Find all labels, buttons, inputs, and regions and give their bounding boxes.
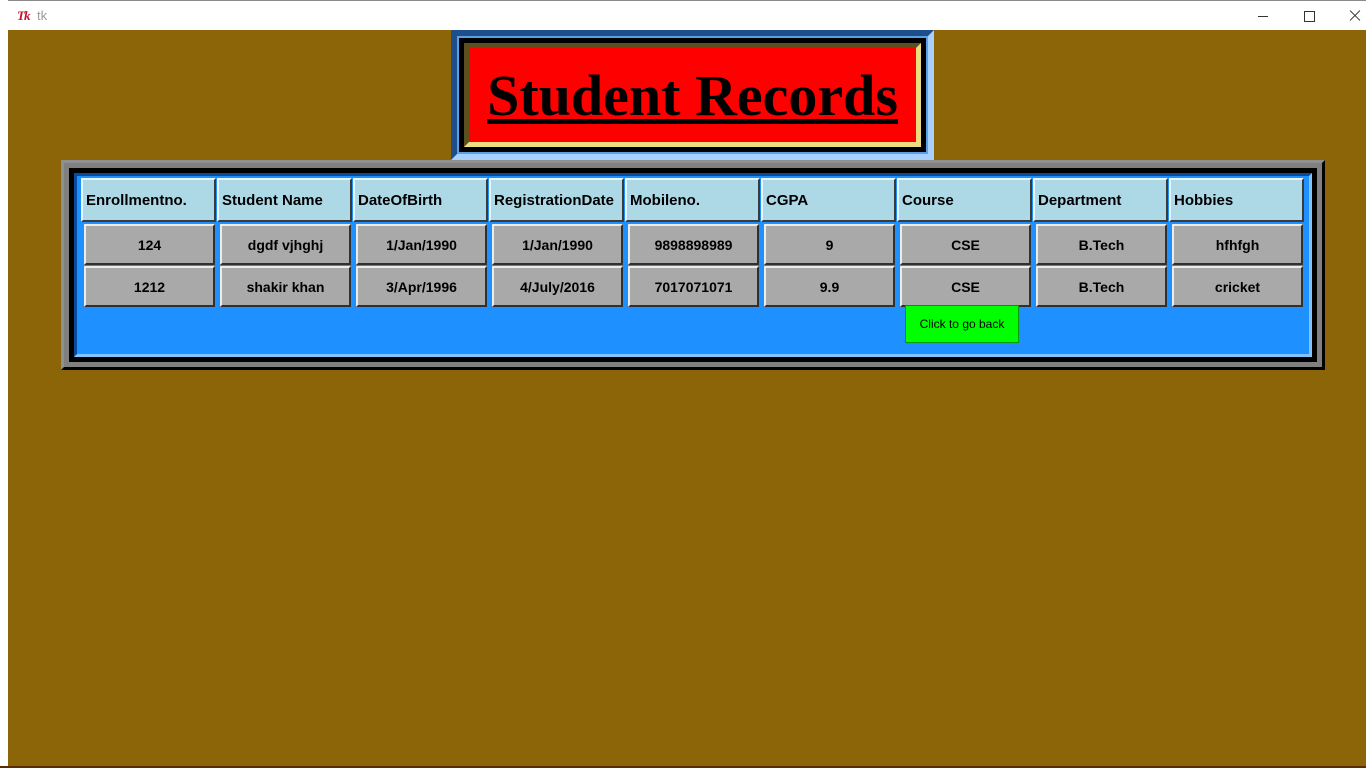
cell-enrollment: 1212 xyxy=(84,266,215,307)
header-hobbies: Hobbies xyxy=(1169,178,1304,222)
minimize-icon xyxy=(1258,15,1268,17)
cell-hobbies: cricket xyxy=(1172,266,1303,307)
window-left-edge xyxy=(0,0,8,768)
cell-course: CSE xyxy=(900,224,1031,265)
cell-enrollment: 124 xyxy=(84,224,215,265)
close-button[interactable] xyxy=(1332,1,1366,31)
cell-mobile: 9898898989 xyxy=(628,224,759,265)
cell-mobile: 7017071071 xyxy=(628,266,759,307)
title-banner: Student Records xyxy=(451,30,934,160)
page-title: Student Records xyxy=(487,62,898,128)
maximize-icon xyxy=(1303,10,1315,22)
cell-hobbies: hfhfgh xyxy=(1172,224,1303,265)
header-cgpa: CGPA xyxy=(761,178,896,222)
cell-department: B.Tech xyxy=(1036,266,1167,307)
cell-registration-date: 1/Jan/1990 xyxy=(492,224,623,265)
cell-student-name: dgdf vjhghj xyxy=(220,224,351,265)
records-frame: Enrollmentno. Student Name DateOfBirth R… xyxy=(61,160,1325,370)
header-enrollment: Enrollmentno. xyxy=(81,178,216,222)
cell-cgpa: 9 xyxy=(764,224,895,265)
header-date-of-birth: DateOfBirth xyxy=(353,178,488,222)
tk-logo-icon: Tk xyxy=(17,8,30,23)
header-department: Department xyxy=(1033,178,1168,222)
header-course: Course xyxy=(897,178,1032,222)
header-mobile: Mobileno. xyxy=(625,178,760,222)
go-back-button[interactable]: Click to go back xyxy=(905,305,1019,343)
cell-date-of-birth: 3/Apr/1996 xyxy=(356,266,487,307)
records-panel: Enrollmentno. Student Name DateOfBirth R… xyxy=(74,173,1312,357)
window-titlebar[interactable]: Tk tk xyxy=(8,0,1366,30)
maximize-button[interactable] xyxy=(1286,1,1332,31)
cell-cgpa: 9.9 xyxy=(764,266,895,307)
header-registration-date: RegistrationDate xyxy=(489,178,624,222)
header-student-name: Student Name xyxy=(217,178,352,222)
close-icon xyxy=(1349,10,1361,22)
cell-date-of-birth: 1/Jan/1990 xyxy=(356,224,487,265)
window-title: tk xyxy=(37,8,48,23)
cell-course: CSE xyxy=(900,266,1031,307)
cell-registration-date: 4/July/2016 xyxy=(492,266,623,307)
minimize-button[interactable] xyxy=(1240,1,1286,31)
app-content: Student Records Enrollmentno. Student Na… xyxy=(8,30,1366,768)
cell-department: B.Tech xyxy=(1036,224,1167,265)
cell-student-name: shakir khan xyxy=(220,266,351,307)
